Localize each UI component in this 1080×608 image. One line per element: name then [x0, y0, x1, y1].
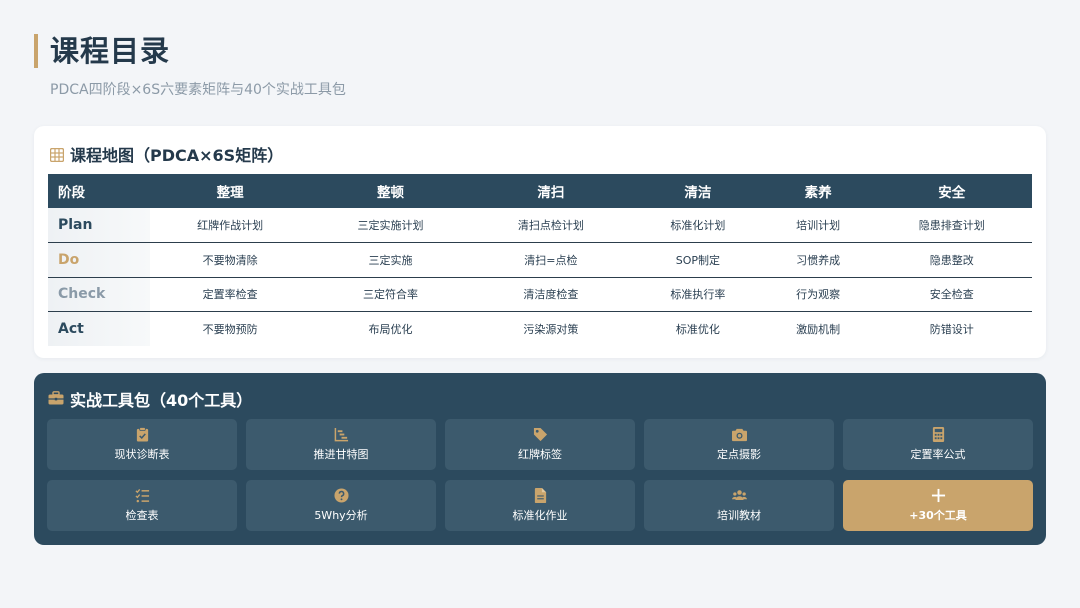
course-map-card: 课程地图（PDCA×6S矩阵） 阶段 整理 整顿 清扫 清洁 素养 安全 Pla…	[34, 126, 1046, 358]
table-cell: 标准优化	[675, 323, 720, 336]
column-header: 整顿	[310, 174, 471, 208]
toolkit-card: 实战工具包（40个工具） 现状诊断表 推进甘特图 红牌标签 定点摄影 定置率公式…	[34, 373, 1046, 545]
page-title: 课程目录	[50, 34, 171, 68]
tool-checklist[interactable]: 检查表	[47, 480, 237, 531]
table-row: Plan 红牌作战计划 三定实施计划 清扫点检计划 标准化计划 培训计划 隐患排…	[48, 208, 1032, 243]
tool-label: 现状诊断表	[114, 448, 170, 461]
tool-grid: 现状诊断表 推进甘特图 红牌标签 定点摄影 定置率公式 检查表 5Why分析 标…	[47, 419, 1033, 531]
column-header: 阶段	[48, 174, 150, 208]
tool-status-diagnosis[interactable]: 现状诊断表	[47, 419, 237, 470]
clipboard-icon	[135, 427, 150, 442]
table-cell: 清扫点检计划	[470, 208, 632, 243]
table-cell: 标准化计划	[631, 208, 765, 243]
table-cell: 行为观察	[764, 277, 872, 312]
column-header: 清扫	[470, 174, 632, 208]
table-cell: 隐患排查计划	[871, 208, 1032, 243]
table-cell: 激励机制	[796, 323, 841, 336]
checklist-icon	[134, 488, 150, 503]
users-icon	[731, 488, 747, 503]
column-header: 清洁	[631, 174, 765, 208]
stage-label: Do	[48, 242, 150, 278]
table-cell: 防错设计	[929, 323, 974, 336]
tool-label: 定点摄影	[717, 448, 761, 461]
column-header: 整理	[150, 174, 311, 208]
table-cell: 清扫=点检	[470, 242, 632, 278]
gantt-chart-icon	[334, 427, 349, 442]
table-cell: 红牌作战计划	[150, 208, 311, 243]
table-cell: 习惯养成	[764, 242, 872, 278]
column-header: 素养	[764, 174, 872, 208]
table-cell: 安全检查	[871, 277, 1032, 312]
tool-label: 5Why分析	[314, 509, 368, 522]
column-header: 安全	[871, 174, 1032, 208]
toolkit-header: 实战工具包（40个工具）	[48, 387, 252, 411]
title-accent-bar	[34, 34, 38, 68]
tool-label: 检查表	[125, 509, 159, 522]
table-row: Check 定置率检查 三定符合率 清洁度检查 标准执行率 行为观察 安全检查	[48, 277, 1032, 312]
table-cell: 三定实施	[310, 242, 471, 278]
tool-training-material[interactable]: 培训教材	[644, 480, 834, 531]
table-cell: 清洁度检查	[470, 277, 632, 312]
tool-gantt-chart[interactable]: 推进甘特图	[246, 419, 436, 470]
camera-icon	[731, 427, 747, 442]
table-row: Act 不要物预防 布局优化 污染源对策 标准优化 激励机制 防错设计	[48, 311, 1032, 346]
tool-label: 培训教材	[717, 509, 761, 522]
table-cell: 标准执行率	[631, 277, 765, 312]
tool-label: 红牌标签	[518, 448, 562, 461]
matrix-header-row: 阶段 整理 整顿 清扫 清洁 素养 安全	[48, 174, 1032, 208]
tool-fixed-point-photo[interactable]: 定点摄影	[644, 419, 834, 470]
table-cell: 不要物清除	[150, 242, 311, 278]
question-icon	[333, 488, 349, 503]
stage-label: Check	[48, 277, 150, 312]
table-row: Do 不要物清除 三定实施 清扫=点检 SOP制定 习惯养成 隐患整改	[48, 242, 1032, 278]
tool-label: 定置率公式	[910, 448, 966, 461]
toolbox-icon	[48, 390, 64, 409]
tool-label: 标准化作业	[512, 509, 568, 522]
table-cell: 三定符合率	[310, 277, 471, 312]
plus-icon	[931, 488, 946, 503]
stage-label: Plan	[48, 208, 150, 243]
table-cell: 布局优化	[368, 323, 413, 336]
calculator-icon	[931, 427, 946, 442]
table-cell: 污染源对策	[523, 323, 579, 336]
grid-icon	[49, 147, 65, 163]
tool-placement-rate-formula[interactable]: 定置率公式	[843, 419, 1033, 470]
tool-standard-work[interactable]: 标准化作业	[445, 480, 635, 531]
table-cell: 定置率检查	[150, 277, 311, 312]
pdca-6s-matrix: 阶段 整理 整顿 清扫 清洁 素养 安全 Plan 红牌作战计划 三定实施计划 …	[48, 174, 1032, 346]
table-cell: 不要物预防	[202, 323, 258, 336]
tool-label: +30个工具	[909, 509, 967, 522]
more-tools-button[interactable]: +30个工具	[843, 480, 1033, 531]
tag-icon	[533, 427, 548, 442]
tool-5why-analysis[interactable]: 5Why分析	[246, 480, 436, 531]
course-map-header: 课程地图（PDCA×6S矩阵）	[49, 142, 284, 166]
tool-label: 推进甘特图	[313, 448, 369, 461]
table-cell: 隐患整改	[871, 242, 1032, 278]
table-cell: SOP制定	[631, 242, 765, 278]
tool-red-tag[interactable]: 红牌标签	[445, 419, 635, 470]
stage-label: Act	[48, 311, 150, 346]
toolkit-title: 实战工具包（40个工具）	[70, 391, 253, 410]
document-icon	[533, 488, 548, 503]
page-subtitle: PDCA四阶段×6S六要素矩阵与40个实战工具包	[50, 82, 346, 98]
table-cell: 培训计划	[764, 208, 872, 243]
course-map-title: 课程地图（PDCA×6S矩阵）	[70, 146, 284, 165]
table-cell: 三定实施计划	[310, 208, 471, 243]
